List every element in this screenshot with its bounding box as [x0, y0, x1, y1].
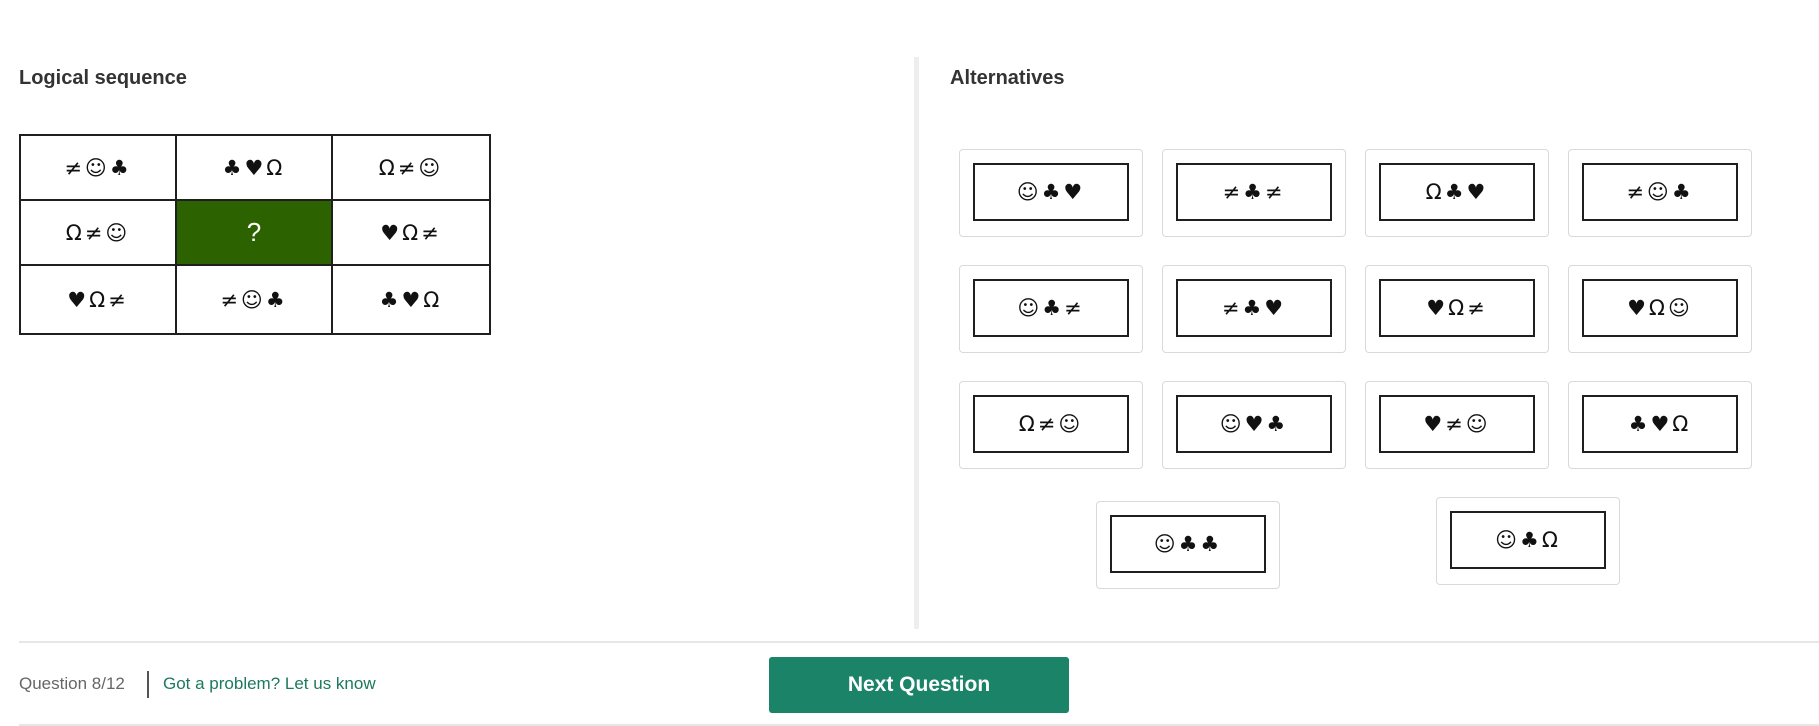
sequence-matrix: ≠☺♣ ♣♥Ω Ω≠☺ Ω≠☺ ? ♥Ω≠ ♥Ω≠ ≠☺♣ ♣♥Ω — [19, 134, 491, 335]
alternative-option-1[interactable]: ☺♣♥ — [959, 149, 1143, 237]
alternative-option-label: ♣♥Ω — [1582, 395, 1738, 453]
alternative-option-4[interactable]: ≠☺♣ — [1568, 149, 1752, 237]
matrix-missing-cell: ? — [177, 201, 333, 266]
quiz-page: Logical sequence ≠☺♣ ♣♥Ω Ω≠☺ Ω≠☺ ? ♥Ω≠ ♥… — [0, 0, 1819, 726]
report-problem-link[interactable]: Got a problem? Let us know — [163, 672, 376, 696]
alternative-option-7[interactable]: ♥Ω≠ — [1365, 265, 1549, 353]
alternatives-title: Alternatives — [950, 67, 1065, 89]
footer-bottom-divider — [19, 724, 1819, 726]
panel-divider — [914, 57, 919, 629]
alternative-option-label: ☺♣♥ — [973, 163, 1129, 221]
alternative-option-10[interactable]: ☺♥♣ — [1162, 381, 1346, 469]
alternative-option-11[interactable]: ♥≠☺ — [1365, 381, 1549, 469]
alternative-option-6[interactable]: ≠♣♥ — [1162, 265, 1346, 353]
matrix-cell-r3c2: ≠☺♣ — [177, 266, 333, 333]
question-counter: Question 8/12 — [19, 674, 125, 693]
alternative-option-9[interactable]: Ω≠☺ — [959, 381, 1143, 469]
alternative-option-label: ≠♣♥ — [1176, 279, 1332, 337]
alternative-option-label: ♥Ω≠ — [1379, 279, 1535, 337]
matrix-cell-r2c1: Ω≠☺ — [21, 201, 177, 266]
matrix-cell-r3c3: ♣♥Ω — [379, 287, 443, 312]
footer-separator — [147, 671, 149, 698]
alternative-option-label: ☺♥♣ — [1176, 395, 1332, 453]
alternative-option-label: ≠☺♣ — [1582, 163, 1738, 221]
footer-divider — [19, 641, 1819, 643]
alternative-option-label: ☺♣≠ — [973, 279, 1129, 337]
matrix-cell-r1c1: ≠☺♣ — [21, 136, 177, 201]
alternative-option-label: ≠♣≠ — [1176, 163, 1332, 221]
alternative-option-label: ♥Ω☺ — [1582, 279, 1738, 337]
matrix-cell-r3c1: ♥Ω≠ — [21, 266, 177, 333]
alternative-option-13[interactable]: ☺♣♣ — [1096, 501, 1280, 589]
logical-sequence-panel: Logical sequence ≠☺♣ ♣♥Ω Ω≠☺ Ω≠☺ ? ♥Ω≠ ♥… — [19, 55, 899, 335]
matrix-cell-r1c3: Ω≠☺ — [333, 136, 489, 201]
alternative-option-label: ☺♣Ω — [1450, 511, 1606, 569]
alternative-option-label: ☺♣♣ — [1110, 515, 1266, 573]
alternatives-panel: Alternatives ☺♣♥ ≠♣≠ Ω♣♥ ≠☺♣ ☺♣≠ ≠♣♥ ♥Ω≠… — [950, 55, 1810, 589]
alternative-option-label: Ω≠☺ — [973, 395, 1129, 453]
alternative-option-12[interactable]: ♣♥Ω — [1568, 381, 1752, 469]
alternative-option-14[interactable]: ☺♣Ω — [1436, 497, 1620, 585]
matrix-cell-r1c2: ♣♥Ω — [177, 136, 333, 201]
next-question-button[interactable]: Next Question — [769, 657, 1069, 713]
alternative-option-5[interactable]: ☺♣≠ — [959, 265, 1143, 353]
alternative-option-label: ♥≠☺ — [1379, 395, 1535, 453]
matrix-cell-r2c3: ♥Ω≠ — [333, 201, 489, 266]
alternative-option-8[interactable]: ♥Ω☺ — [1568, 265, 1752, 353]
logical-sequence-title: Logical sequence — [19, 67, 187, 89]
alternative-option-3[interactable]: Ω♣♥ — [1365, 149, 1549, 237]
alternative-option-2[interactable]: ≠♣≠ — [1162, 149, 1346, 237]
alternative-option-label: Ω♣♥ — [1379, 163, 1535, 221]
